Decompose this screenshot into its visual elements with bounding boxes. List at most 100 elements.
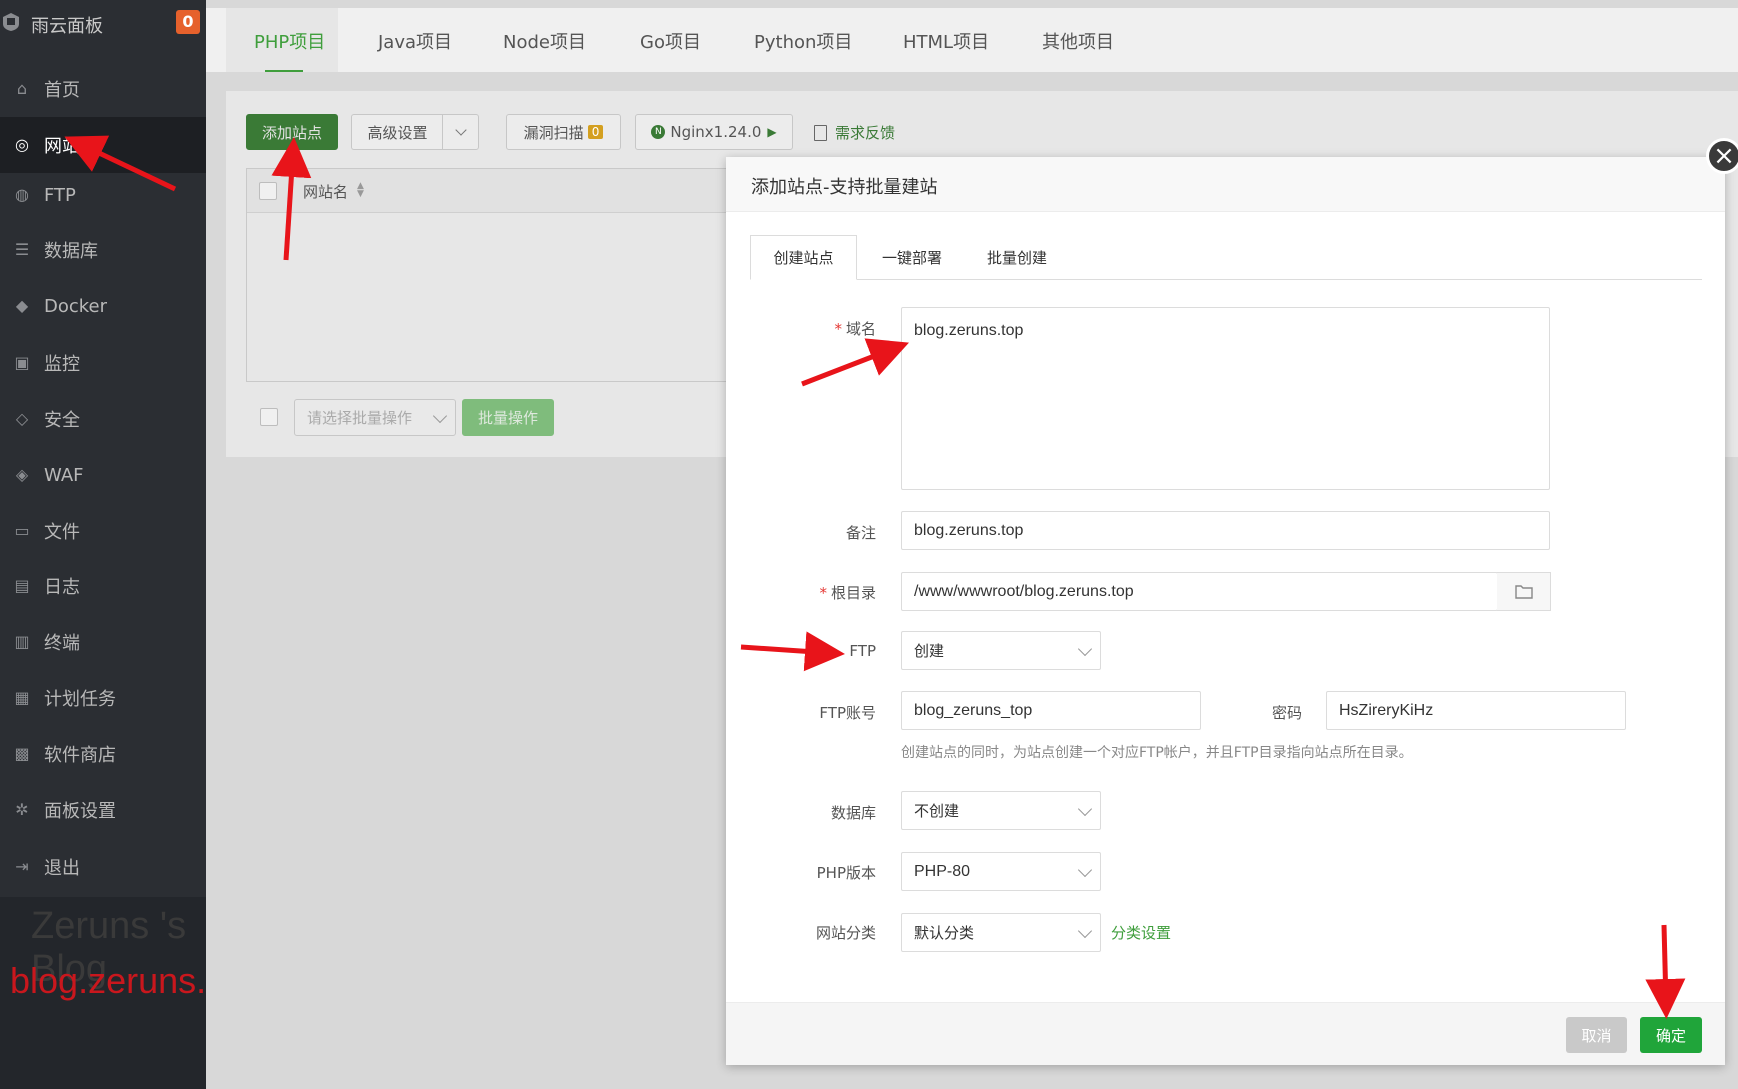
remark-input[interactable]: blog.zeruns.top — [901, 511, 1550, 550]
password-label: 密码 — [1271, 704, 1302, 722]
sidebar-item-label: FTP — [44, 184, 76, 206]
log-icon: ▤ — [14, 576, 30, 595]
sidebar-item-7[interactable]: ◈ WAF — [0, 447, 206, 503]
brand-logo-icon — [3, 13, 19, 31]
tab-html[interactable]: HTML项目 — [903, 28, 989, 54]
sidebar-item-0[interactable]: ⌂ 首页 — [0, 61, 206, 117]
domain-label: * 域名 — [834, 320, 876, 338]
batch-operation-select[interactable]: 请选择批量操作 — [294, 399, 456, 436]
batch-select-placeholder: 请选择批量操作 — [307, 409, 413, 427]
logout-icon: ⇥ — [15, 857, 29, 876]
modal-header: 添加站点-支持批量建站 — [726, 157, 1725, 212]
tab-one-click-deploy[interactable]: 一键部署 — [857, 235, 967, 280]
chevron-down-icon — [1077, 641, 1093, 656]
modal-tab-bar: 创建站点 一键部署 批量创建 — [750, 235, 1702, 280]
tab-java[interactable]: Java项目 — [378, 28, 452, 54]
database-label: 数据库 — [830, 804, 876, 822]
sidebar-item-13[interactable]: ✲ 面板设置 — [0, 782, 206, 838]
tab-php[interactable]: PHP项目 — [254, 28, 325, 54]
nginx-icon: N — [651, 125, 666, 139]
sidebar-item-4[interactable]: ◆ Docker — [0, 278, 206, 334]
sort-icon[interactable]: ▲ ▼ — [357, 182, 364, 199]
vuln-scan-button[interactable]: 漏洞扫描 0 — [506, 114, 621, 150]
waf-icon: ◈ — [15, 465, 29, 484]
sidebar-item-12[interactable]: ▩ 软件商店 — [0, 726, 206, 782]
add-site-button[interactable]: 添加站点 — [246, 114, 338, 150]
sidebar-item-label: 网站 — [44, 136, 80, 157]
sidebar-item-3[interactable]: ☰ 数据库 — [0, 222, 206, 278]
ftp-select[interactable]: 创建 — [901, 631, 1101, 670]
folder-icon — [1514, 585, 1533, 599]
batch-select-checkbox[interactable] — [260, 408, 278, 426]
chevron-down-icon — [432, 408, 448, 423]
database-select[interactable]: 不创建 — [901, 791, 1101, 830]
sidebar-item-10[interactable]: ▥ 终端 — [0, 614, 206, 670]
notification-badge[interactable]: 0 — [176, 10, 200, 34]
cancel-button[interactable]: 取消 — [1566, 1017, 1627, 1053]
php-version-label: PHP版本 — [816, 864, 876, 882]
category-select-value: 默认分类 — [914, 925, 975, 942]
php-version-select[interactable]: PHP-80 — [901, 852, 1101, 891]
sidebar-item-2[interactable]: ◍ FTP — [0, 167, 206, 223]
ftp-account-input[interactable]: blog_zeruns_top — [901, 691, 1201, 730]
ftp-label: FTP — [849, 642, 876, 660]
globe-icon: ◎ — [15, 135, 29, 154]
tab-batch-create[interactable]: 批量创建 — [967, 235, 1067, 280]
document-icon — [814, 124, 827, 141]
feedback-label: 需求反馈 — [835, 124, 896, 142]
confirm-button[interactable]: 确定 — [1640, 1017, 1702, 1053]
root-dir-label: * 根目录 — [819, 584, 876, 602]
sidebar-item-11[interactable]: ▦ 计划任务 — [0, 670, 206, 726]
batch-operation-button[interactable]: 批量操作 — [462, 399, 554, 436]
folder-picker-button[interactable] — [1497, 572, 1551, 611]
tab-node[interactable]: Node项目 — [503, 28, 586, 54]
ftp-hint-text: 创建站点的同时，为站点创建一个对应FTP帐户，并且FTP目录指向站点所在目录。 — [901, 745, 1413, 761]
col-site-name[interactable]: 网站名 — [303, 181, 348, 202]
database-select-value: 不创建 — [914, 803, 960, 820]
category-label: 网站分类 — [815, 924, 876, 942]
terminal-icon: ▥ — [14, 632, 30, 651]
sidebar-item-9[interactable]: ▤ 日志 — [0, 558, 206, 614]
sidebar-item-label: 数据库 — [44, 241, 98, 262]
sidebar-item-label: 监控 — [44, 354, 80, 375]
play-icon: ▶ — [767, 125, 777, 139]
sidebar-item-5[interactable]: ▣ 监控 — [0, 335, 206, 391]
site-table: 网站名 ▲ ▼ — [246, 168, 738, 382]
tab-go[interactable]: Go项目 — [640, 28, 701, 54]
sidebar-item-6[interactable]: ◇ 安全 — [0, 391, 206, 447]
category-settings-link[interactable]: 分类设置 — [1111, 922, 1171, 943]
chevron-down-icon — [1077, 862, 1093, 877]
folder-icon: ▭ — [14, 521, 30, 540]
sidebar-item-label: 终端 — [44, 633, 80, 654]
close-icon[interactable]: × — [1706, 138, 1738, 174]
tab-python[interactable]: Python项目 — [754, 28, 852, 54]
brand-name: 雨云面板 — [31, 16, 103, 37]
vuln-scan-label: 漏洞扫描 — [523, 123, 584, 142]
ftp-icon: ◍ — [15, 185, 29, 204]
sidebar-item-label: 安全 — [44, 410, 80, 431]
chevron-down-icon — [1077, 923, 1093, 938]
root-dir-input[interactable]: /www/wwwroot/blog.zeruns.top — [901, 572, 1498, 611]
sidebar-item-1[interactable]: ◎ 网站 — [0, 117, 206, 173]
vuln-count-badge: 0 — [587, 125, 604, 139]
chevron-down-icon — [1077, 801, 1093, 816]
nginx-status-button[interactable]: N Nginx1.24.0 ▶ — [635, 114, 793, 150]
advanced-settings-dropdown[interactable] — [442, 114, 479, 150]
category-select[interactable]: 默认分类 — [901, 913, 1101, 952]
ftp-account-label: FTP账号 — [819, 704, 876, 722]
sidebar-item-label: 退出 — [44, 858, 80, 879]
tab-other[interactable]: 其他项目 — [1042, 28, 1114, 54]
calendar-icon: ▦ — [14, 688, 30, 707]
tab-create-site[interactable]: 创建站点 — [750, 235, 857, 280]
feedback-link[interactable]: 需求反馈 — [814, 122, 895, 143]
remark-label: 备注 — [845, 524, 876, 542]
advanced-settings-button[interactable]: 高级设置 — [351, 114, 443, 150]
database-icon: ☰ — [14, 240, 30, 259]
sidebar-item-label: 计划任务 — [44, 689, 116, 710]
sidebar-item-8[interactable]: ▭ 文件 — [0, 503, 206, 559]
sidebar-item-14[interactable]: ⇥ 退出 — [0, 839, 206, 895]
sidebar-item-label: 软件商店 — [44, 745, 116, 766]
password-input[interactable]: HsZireryKiHz — [1326, 691, 1626, 730]
select-all-checkbox[interactable] — [259, 182, 277, 200]
domain-textarea[interactable]: blog.zeruns.top — [901, 307, 1550, 490]
